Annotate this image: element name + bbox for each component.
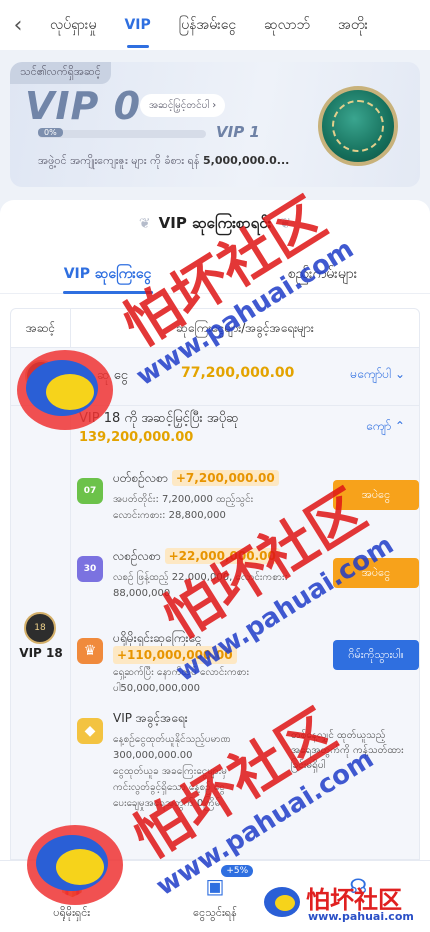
tab-rules[interactable]: စည်းကမ်းများ <box>215 256 430 293</box>
upgrade-hint-amount: 5,000,000.0... <box>203 154 290 167</box>
upgrade-button[interactable]: အဆင့်မြှင့်တင်ပါ › <box>140 94 226 117</box>
claim-button[interactable]: အပဲငွေ <box>333 480 419 510</box>
reward-item-promotion: ♛ ပရိုမိုးရှင်းဆုကြေးငွေ +110,000,000.00… <box>73 626 419 696</box>
laurel-left-icon: ❦ <box>138 216 151 232</box>
laurel-right-icon: ❦ <box>279 216 292 232</box>
vip-medal-icon <box>318 86 398 166</box>
go-to-game-button[interactable]: ဂိမ်းကိုသွားပါ။ <box>333 640 419 670</box>
panel-title-text: VIP ဆုကြေးစာရင်း <box>158 214 272 232</box>
row-reward-label: ဆု ငွေ <box>97 368 128 383</box>
reward-item-vip-privilege: ◆ VIP အခွင့်အရေး နေ့စဉ်ငွေထုတ်ယူနိုင်သည့… <box>73 706 419 856</box>
vip-progress-percent: 0% <box>38 128 63 137</box>
upgrade-bonus-amount: 139,200,000.00 <box>79 430 194 445</box>
tab-vip-rewards[interactable]: VIP ဆုကြေးငွေ <box>0 256 215 294</box>
bottom-nav: 🎁 ပရိုမိုးရှင်း +5% ▣ ငွေသွင်းရန် ☊ <box>0 860 430 932</box>
upgrade-hint: အဖွဲ့ဝင် အကျိုးကျေးဇူး များ ကို ခံစား ရန… <box>38 154 289 170</box>
level-column: 18 VIP 18 <box>11 406 71 860</box>
vip18-label: VIP 18 <box>19 646 63 660</box>
tab-reward[interactable]: ဆုလာဘ် <box>250 0 324 50</box>
tab-vip[interactable]: VIP <box>110 0 164 50</box>
withdraw-limit-note: တစ်နေ့လျှင် ထုတ်ယူသည့် အရေအတွက်ကို ကန့်သ… <box>291 730 404 771</box>
reward-desc: အပတ်တိုင်း: 7,200,000 ထည့်သွင်း လောင်းကစာ… <box>113 494 254 521</box>
reward-desc: နေ့စဉ်ငွေထုတ်ယူနိုင်သည့်ပမာဏ 300,000,000… <box>113 734 231 809</box>
nav-deposit[interactable]: +5% ▣ ငွေသွင်းရန် <box>143 861 286 932</box>
expand-toggle[interactable]: မကျော်ပါ ⌄ <box>350 366 405 384</box>
reward-bonus: +7,200,000.00 <box>171 470 279 486</box>
vip-status-card: သင်၏လက်ရှိအဆင့် VIP 0 အဆင့်မြှင့်တင်ပါ ›… <box>10 62 420 187</box>
headset-icon: ☊ <box>349 874 368 898</box>
table-row: 18 VIP 18 VIP 18 ကို အဆင့်မြှင့်ပြီး အပိ… <box>10 406 420 860</box>
col-rewards: ဆုကြေးငွေများ/အခွင့်အရေးများ <box>176 321 314 335</box>
reward-desc: +110,000,000.00 ရှေ့ဆက်ပြီး နောက်ထပ် လောင… <box>113 646 250 694</box>
reward-name: VIP အခွင့်အရေး <box>113 711 188 725</box>
tab-activity[interactable]: လုပ်ရှားမှု <box>36 0 110 50</box>
current-level-tag: သင်၏လက်ရှိအဆင့် <box>10 62 111 84</box>
reward-name: ပတ်စဉ်လစာ +7,200,000.00 <box>113 470 279 488</box>
table-header: အဆင့် ဆုကြေးငွေများ/အခွင့်အရေးများ <box>10 308 420 348</box>
reward-desc: လစဉ် ဖြန့်ထည့် 22,000,000, လောင်းကစား: 88… <box>113 572 288 599</box>
reward-item-monthly: 30 လစဉ်လစာ +22,000,000.00 လစဉ် ဖြန့်ထည့် … <box>73 544 419 614</box>
tab-interest[interactable]: အတိုး <box>324 0 382 50</box>
panel-tabs: VIP ဆုကြေးငွေ စည်းကမ်းများ <box>0 256 430 294</box>
trophy-icon: ♛ <box>77 638 103 664</box>
vip-rewards-panel: ❦ VIP ဆုကြေးစာရင်း ❦ VIP ဆုကြေးငွေ စည်းကမ်… <box>0 200 430 860</box>
wallet-icon: ▣ <box>205 874 225 898</box>
reward-item-weekly: 07 ပတ်စဉ်လစာ +7,200,000.00 အပတ်တိုင်း: 7,… <box>73 466 419 536</box>
top-nav: ‹ လုပ်ရှားမှု VIP ပြန်အမ်းငွေ ဆုလာဘ် အတိ… <box>0 0 430 50</box>
reward-name: လစဉ်လစာ +22,000,000.00 <box>113 548 280 566</box>
nav-support[interactable]: ☊ <box>287 861 430 932</box>
diamond-icon: ◆ <box>77 718 103 744</box>
col-level: အဆင့် <box>11 309 71 347</box>
tab-rebate[interactable]: ပြန်အမ်းငွေ <box>165 0 250 50</box>
chevron-left-icon[interactable]: ‹ <box>0 0 36 50</box>
deposit-bonus-badge: +5% <box>221 865 254 877</box>
reward-bonus: +110,000,000.00 <box>113 646 237 664</box>
gift-icon: 🎁 <box>59 874 85 898</box>
row-reward-amount: 77,200,000.00 <box>181 365 295 381</box>
collapse-toggle[interactable]: ကျော် ⌃ <box>366 418 405 436</box>
nav-label: ငွေသွင်းရန် <box>193 906 237 919</box>
vip-progress-bar <box>38 130 206 138</box>
current-vip-level: VIP 0 <box>25 84 142 128</box>
claim-button[interactable]: အပဲငွေ <box>333 558 419 588</box>
next-vip-level: VIP 1 <box>216 123 260 141</box>
table-row: ဆု ငွေ 77,200,000.00 မကျော်ပါ ⌄ <box>10 348 420 406</box>
nav-promotion[interactable]: 🎁 ပရိုမိုးရှင်း <box>0 861 143 932</box>
vip18-badge-icon: 18 <box>24 612 56 644</box>
reward-bonus: +22,000,000.00 <box>164 548 280 564</box>
upgrade-hint-text: အဖွဲ့ဝင် အကျိုးကျေးဇူး များ ကို ခံစား ရန… <box>38 154 200 167</box>
calendar-week-icon: 07 <box>77 478 103 504</box>
panel-title: ❦ VIP ဆုကြေးစာရင်း ❦ <box>0 214 430 236</box>
calendar-month-icon: 30 <box>77 556 103 582</box>
nav-label: ပရိုမိုးရှင်း <box>53 906 91 919</box>
level-badge-icon <box>25 360 57 392</box>
upgrade-bonus-heading: VIP 18 ကို အဆင့်မြှင့်ပြီး အပိုဆု <box>79 411 239 426</box>
